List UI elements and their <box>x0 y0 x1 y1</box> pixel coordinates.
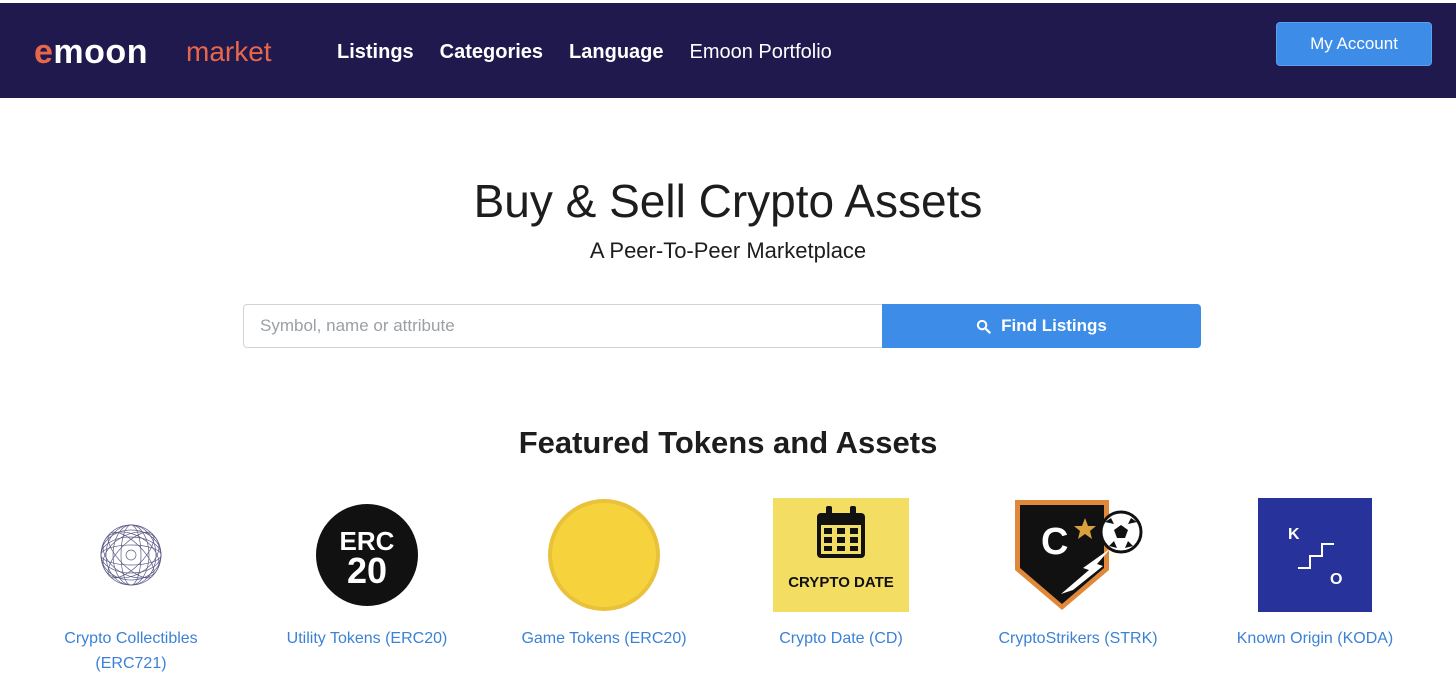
hero-title: Buy & Sell Crypto Assets <box>473 175 983 227</box>
token-label[interactable]: CryptoStrikers (STRK) <box>978 626 1178 651</box>
known-origin-icon: K O <box>1258 498 1372 612</box>
my-account-button[interactable]: My Account <box>1276 22 1432 66</box>
gold-coin-icon <box>548 499 660 611</box>
token-crypto-collectibles[interactable]: Crypto Collectibles (ERC721) <box>31 498 231 676</box>
ko-k-text: K <box>1288 526 1300 543</box>
token-label[interactable]: Game Tokens (ERC20) <box>504 626 704 651</box>
strikers-c-text: C <box>1041 521 1068 563</box>
nav-emoon-portfolio[interactable]: Emoon Portfolio <box>690 41 832 64</box>
featured-title: Featured Tokens and Assets <box>518 425 938 460</box>
token-utility-tokens[interactable]: ERC 20 Utility Tokens (ERC20) <box>267 498 467 651</box>
token-label[interactable]: Known Origin (KODA) <box>1215 626 1415 651</box>
calendar-icon: CRYPTO DATE <box>773 498 909 612</box>
find-listings-button[interactable]: Find Listings <box>882 304 1201 348</box>
logo-wordmark: emoon <box>34 33 148 72</box>
token-cryptostrikers[interactable]: C CryptoStrikers (STRK) <box>978 498 1178 651</box>
wire-sphere-icon <box>100 524 162 586</box>
find-listings-label: Find Listings <box>1001 316 1107 335</box>
navbar: emoon market Listings Categories Languag… <box>0 3 1456 98</box>
token-label[interactable]: Crypto Collectibles (ERC721) <box>31 626 231 676</box>
crypto-date-text: CRYPTO DATE <box>788 574 894 591</box>
erc20-text-bottom: 20 <box>347 550 387 591</box>
token-known-origin[interactable]: K O Known Origin (KODA) <box>1215 498 1415 651</box>
token-label[interactable]: Crypto Date (CD) <box>741 626 941 651</box>
ko-o-text: O <box>1330 571 1342 588</box>
token-crypto-date[interactable]: CRYPTO DATE Crypto Date (CD) <box>741 498 941 651</box>
hero-subtitle: A Peer-To-Peer Marketplace <box>589 238 867 263</box>
logo-moon: moon <box>53 33 148 71</box>
token-label[interactable]: Utility Tokens (ERC20) <box>267 626 467 651</box>
logo-e: e <box>34 33 54 71</box>
token-game-tokens[interactable]: Game Tokens (ERC20) <box>504 498 704 651</box>
strikers-shield-icon: C <box>1015 500 1143 610</box>
erc20-icon: ERC 20 <box>316 504 418 606</box>
search-icon <box>976 319 991 334</box>
nav-language[interactable]: Language <box>569 41 663 64</box>
nav-categories[interactable]: Categories <box>440 41 543 64</box>
nav-listings[interactable]: Listings <box>337 41 414 64</box>
logo-market: market <box>186 36 272 67</box>
search-input[interactable] <box>243 304 883 348</box>
main-nav: Listings Categories Language Emoon Portf… <box>337 41 832 64</box>
